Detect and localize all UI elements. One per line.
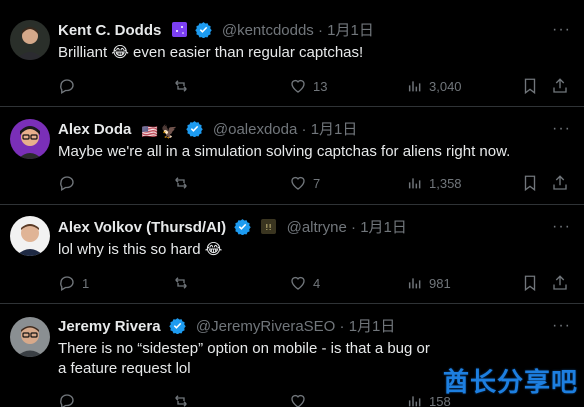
like-icon [291, 79, 305, 93]
separator: · [351, 219, 357, 236]
share-icon [553, 275, 567, 290]
like-icon [291, 276, 305, 290]
more-icon[interactable]: ··· [552, 121, 570, 141]
repost-button[interactable] [172, 76, 196, 96]
verified-badge-icon [169, 317, 186, 340]
views-icon [408, 278, 421, 289]
like-count: 4 [313, 275, 321, 291]
views-button[interactable]: 981 [407, 273, 451, 293]
like-button[interactable] [289, 391, 313, 407]
views-icon [408, 396, 421, 407]
view-count: 1,358 [429, 175, 462, 191]
tweet-actions: 1 4 981 [58, 273, 570, 293]
separator: · [301, 121, 307, 138]
views-button[interactable]: 3,040 [407, 76, 462, 96]
author-handle[interactable]: @JeremyRiveraSEO [196, 318, 335, 335]
separator: · [317, 22, 323, 39]
views-icon [408, 178, 421, 189]
view-count: 981 [429, 275, 451, 291]
affiliate-badge-icon: !! [261, 219, 277, 240]
bookmark-icon [524, 175, 536, 192]
bookmark-button[interactable] [522, 273, 538, 293]
tweet-text: Maybe we're all in a simulation solving … [58, 143, 511, 160]
svg-text:!!: !! [266, 223, 272, 232]
views-icon [408, 81, 421, 92]
reply-button[interactable] [58, 76, 82, 96]
bookmark-button[interactable] [522, 173, 538, 193]
reply-icon [60, 79, 74, 94]
author-name[interactable]: Alex Volkov (Thursd/AI) [58, 219, 226, 236]
watermark: 酋长分享吧 [442, 368, 578, 398]
tweet-text: There is no “sidestep” option on mobile … [58, 340, 430, 377]
name-emoji: 🇺🇸 🦅 [141, 124, 178, 139]
avatar[interactable] [10, 20, 50, 60]
tweet[interactable]: Alex Volkov (Thursd/AI) !! @altryne · 1月… [0, 205, 584, 304]
bookmark-icon [524, 78, 536, 95]
tweet-actions: 7 1,358 [58, 173, 570, 193]
repost-icon [175, 177, 187, 189]
tweet-text: Brilliant 😂 even easier than regular cap… [58, 44, 364, 61]
tweet-date[interactable]: 1月1日 [327, 22, 374, 39]
name-emoji [171, 22, 187, 43]
avatar[interactable] [10, 119, 50, 159]
author-name[interactable]: Kent C. Dodds [58, 22, 161, 39]
views-button[interactable]: 1,358 [407, 173, 462, 193]
repost-icon [175, 395, 187, 407]
repost-button[interactable] [172, 173, 196, 193]
separator: · [339, 318, 345, 335]
tweet-actions: 13 3,040 [58, 76, 570, 96]
repost-icon [175, 80, 187, 92]
like-button[interactable]: 4 [289, 273, 320, 293]
author-name[interactable]: Jeremy Rivera [58, 318, 161, 335]
bookmark-button[interactable] [522, 76, 538, 96]
tweet[interactable]: Alex Doda 🇺🇸 🦅 @oalexdoda · 1月1日 ··· May… [0, 107, 584, 205]
more-icon[interactable]: ··· [552, 318, 570, 338]
like-button[interactable]: 13 [289, 76, 327, 96]
tweet-date[interactable]: 1月1日 [349, 318, 396, 335]
share-button[interactable] [551, 173, 569, 193]
like-button[interactable]: 7 [289, 173, 320, 193]
verified-badge-icon [234, 218, 251, 241]
tweet-feed: Kent C. Dodds @kentcdodds · 1月1日 ··· Bri… [0, 0, 584, 407]
author-handle[interactable]: @kentcdodds [222, 22, 314, 39]
share-button[interactable] [551, 273, 569, 293]
like-icon [291, 394, 305, 407]
tweet-date[interactable]: 1月1日 [360, 219, 407, 236]
like-count: 13 [313, 78, 328, 94]
repost-button[interactable] [172, 391, 196, 407]
reply-icon [60, 276, 74, 291]
reply-button[interactable] [58, 391, 82, 407]
author-name[interactable]: Alex Doda [58, 121, 131, 138]
reply-count: 1 [82, 275, 90, 291]
share-icon [553, 78, 567, 93]
like-count: 7 [313, 175, 321, 191]
repost-icon [175, 277, 187, 289]
bookmark-icon [524, 275, 536, 292]
more-icon[interactable]: ··· [552, 22, 570, 42]
more-icon[interactable]: ··· [552, 219, 570, 239]
share-button[interactable] [551, 76, 569, 96]
avatar[interactable] [10, 317, 50, 357]
avatar[interactable] [10, 216, 50, 256]
like-icon [291, 176, 305, 190]
reply-icon [60, 394, 74, 407]
tweet[interactable]: Kent C. Dodds @kentcdodds · 1月1日 ··· Bri… [0, 0, 584, 107]
verified-badge-icon [194, 21, 212, 44]
view-count: 3,040 [429, 78, 462, 94]
share-icon [553, 175, 567, 190]
tweet-text: lol why is this so hard 😂 [58, 241, 223, 258]
reply-icon [60, 176, 74, 191]
reply-button[interactable]: 1 [58, 273, 89, 293]
tweet-date[interactable]: 1月1日 [311, 121, 358, 138]
reply-button[interactable] [58, 173, 82, 193]
author-handle[interactable]: @oalexdoda [213, 121, 297, 138]
verified-badge-icon [185, 120, 203, 143]
repost-button[interactable] [172, 273, 196, 293]
author-handle[interactable]: @altryne [287, 219, 347, 236]
